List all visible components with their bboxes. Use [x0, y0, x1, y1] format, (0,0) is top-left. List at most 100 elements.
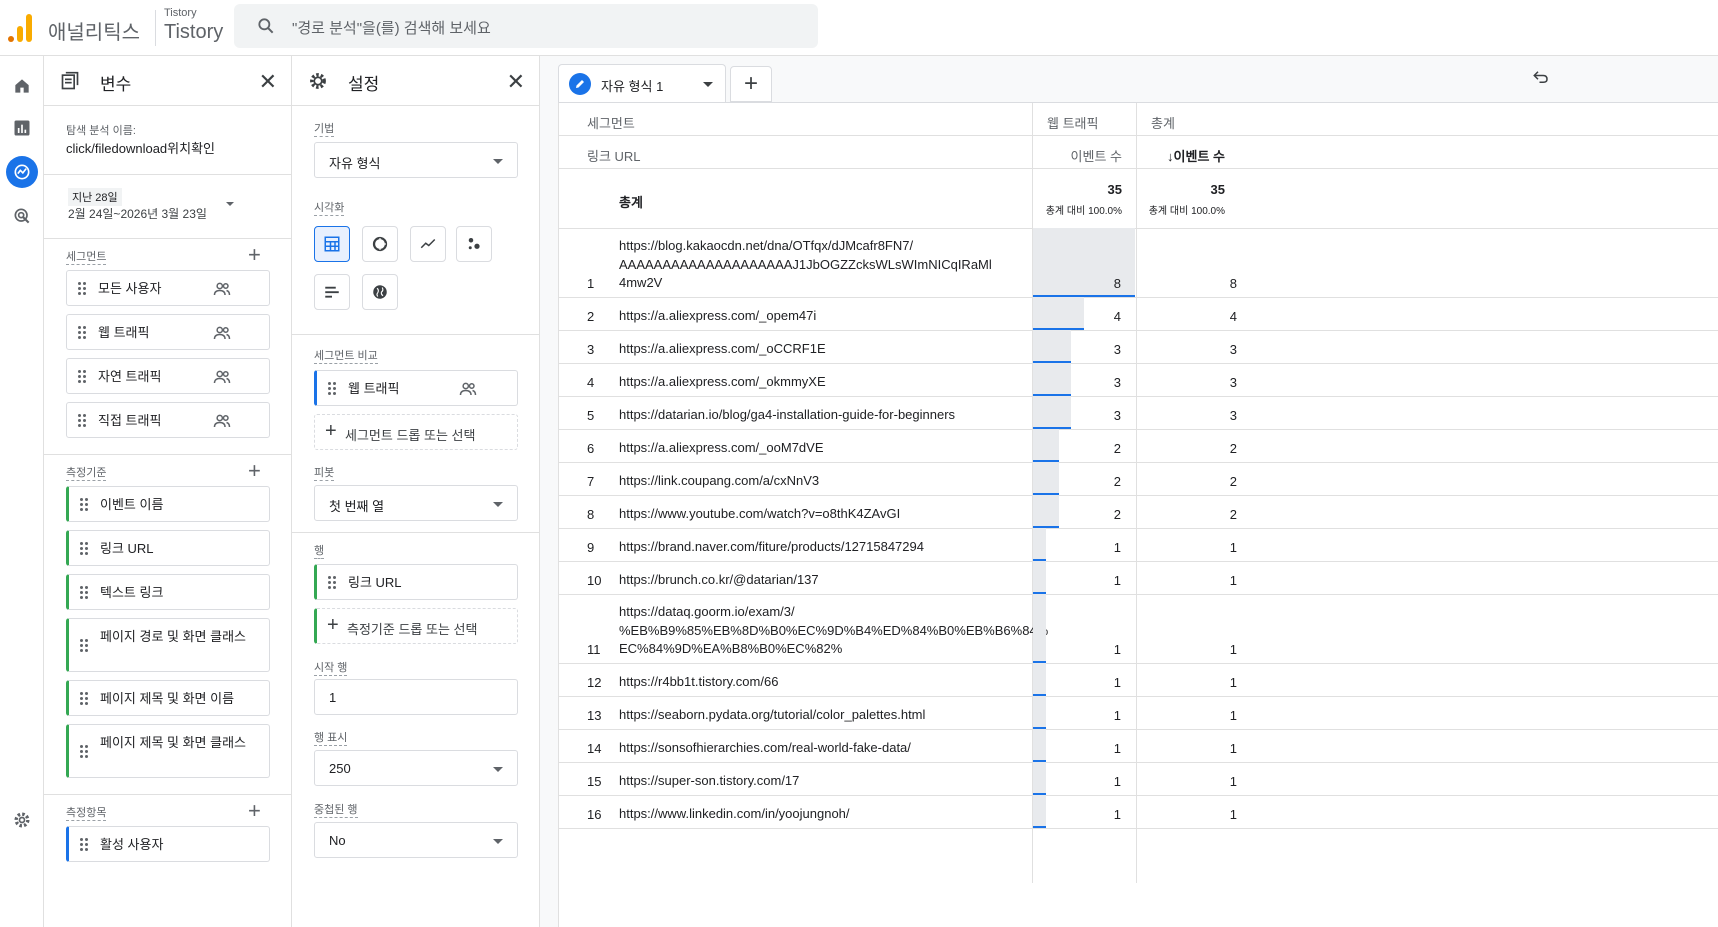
globe-map-icon[interactable] — [362, 274, 398, 310]
dimension-chip[interactable]: 이벤트 이름 — [66, 486, 270, 522]
table-row[interactable]: 6 https://a.aliexpress.com/_ooM7dVE 2 2 — [559, 429, 1718, 463]
segments-label: 세그먼트 — [66, 248, 107, 265]
close-icon[interactable]: ✕ — [507, 69, 525, 95]
property-name[interactable]: Tistory — [164, 21, 223, 44]
table-row[interactable]: 15 https://super-son.tistory.com/17 1 1 — [559, 762, 1718, 796]
show-rows-value: 250 — [329, 761, 351, 776]
table-row[interactable]: 3 https://a.aliexpress.com/_oCCRF1E 3 3 — [559, 330, 1718, 364]
drag-handle-icon[interactable] — [78, 326, 86, 339]
table-row[interactable]: 1 https://blog.kakaocdn.net/dna/OTfqx/dJM… — [559, 228, 1718, 298]
app-name[interactable]: 애널리틱스 — [48, 16, 140, 45]
start-row-label: 시작 행 — [314, 659, 348, 676]
advertising-icon[interactable] — [6, 200, 38, 232]
row-link-url: https://a.aliexpress.com/_oCCRF1E — [619, 341, 826, 356]
drag-handle-icon[interactable] — [80, 692, 88, 705]
home-icon[interactable] — [6, 70, 38, 102]
show-rows-select[interactable]: 250 — [314, 750, 518, 786]
table-row[interactable]: 16 https://www.linkedin.com/in/yoojungnoh… — [559, 795, 1718, 829]
segment-header: 세그먼트 — [587, 116, 635, 131]
table-row[interactable]: 13 https://seaborn.pydata.org/tutorial/co… — [559, 696, 1718, 730]
row-col2-value: 1 — [1229, 708, 1237, 723]
table-row[interactable]: 9 https://brand.naver.com/fiture/products… — [559, 528, 1718, 562]
table-row[interactable]: 11 https://dataq.goorm.io/exam/3/ %EB%B9%… — [559, 594, 1718, 664]
dimension-header[interactable]: 링크 URL — [587, 146, 641, 165]
table-row[interactable]: 12 https://r4bb1t.tistory.com/66 1 1 — [559, 663, 1718, 697]
row-col1-cell: 3 — [1033, 330, 1136, 363]
table-row[interactable]: 7 https://link.coupang.com/a/cxNnV3 2 2 — [559, 462, 1718, 496]
segment-chip[interactable]: 웹 트래픽 — [66, 314, 270, 350]
exploration-name[interactable]: click/filedownload위치확인 — [66, 138, 215, 157]
tab-freeform-1[interactable]: 자유 형식 1 — [558, 64, 726, 102]
variables-header: 변수 ✕ — [44, 56, 291, 106]
table-row[interactable]: 2 https://a.aliexpress.com/_opem47i 4 4 — [559, 297, 1718, 331]
add-tab-button[interactable]: + — [730, 66, 772, 102]
row-number: 6 — [587, 441, 595, 456]
segment-drop-zone[interactable]: + 세그먼트 드롭 또는 선택 — [314, 414, 518, 450]
divider — [292, 532, 539, 533]
row-col2-value: 2 — [1229, 441, 1237, 456]
add-segment-button[interactable]: + — [248, 244, 261, 266]
row-col1-cell: 1 — [1033, 663, 1136, 696]
row-number: 9 — [587, 540, 595, 555]
bar-chart-icon[interactable] — [314, 274, 350, 310]
explore-icon[interactable] — [6, 156, 38, 188]
people-icon — [213, 414, 231, 428]
drag-handle-icon[interactable] — [78, 370, 86, 383]
property-account[interactable]: Tistory — [164, 7, 197, 19]
drag-handle-icon[interactable] — [328, 576, 336, 589]
row-col1-bar — [1033, 663, 1046, 696]
table-row[interactable]: 8 https://www.youtube.com/watch?v=o8thK4Z… — [559, 495, 1718, 529]
search-box[interactable]: "경로 분석"을(를) 검색해 보세요 — [234, 4, 818, 48]
line-chart-icon[interactable] — [410, 226, 446, 262]
close-icon[interactable]: ✕ — [259, 69, 277, 95]
table-viz-icon[interactable] — [314, 226, 350, 262]
technique-select[interactable]: 자유 형식 — [314, 142, 518, 178]
add-metric-button[interactable]: + — [248, 800, 261, 822]
donut-chart-icon[interactable] — [362, 226, 398, 262]
row-col1-bar — [1033, 330, 1071, 363]
settings-gear-icon[interactable] — [6, 804, 38, 836]
chevron-down-icon[interactable] — [703, 82, 713, 87]
row-col1-bar — [1033, 297, 1084, 330]
metric-chip[interactable]: 활성 사용자 — [66, 826, 270, 862]
nested-rows-select[interactable]: No — [314, 822, 518, 858]
drag-handle-icon[interactable] — [80, 838, 88, 851]
scatter-plot-icon[interactable] — [456, 226, 492, 262]
col2-metric-header[interactable]: ↓이벤트 수 — [1137, 146, 1225, 165]
settings-header: 설정 ✕ — [292, 56, 539, 106]
rows-chip[interactable]: 링크 URL — [314, 564, 518, 600]
table-row[interactable]: 14 https://sonsofhierarchies.com/real-wor… — [559, 729, 1718, 763]
drag-handle-icon[interactable] — [328, 382, 336, 395]
segment-chip[interactable]: 모든 사용자 — [66, 270, 270, 306]
segment-chip[interactable]: 직접 트래픽 — [66, 402, 270, 438]
dimension-chip[interactable]: 페이지 경로 및 화면 클래스 — [66, 618, 270, 672]
dimension-chip[interactable]: 링크 URL — [66, 530, 270, 566]
drag-handle-icon[interactable] — [80, 586, 88, 599]
drag-handle-icon[interactable] — [78, 414, 86, 427]
row-col1-cell: 1 — [1033, 594, 1136, 663]
add-dimension-button[interactable]: + — [248, 460, 261, 482]
undo-icon[interactable] — [1532, 68, 1550, 86]
segment-chip[interactable]: 자연 트래픽 — [66, 358, 270, 394]
drag-handle-icon[interactable] — [78, 282, 86, 295]
row-col2-value: 1 — [1229, 807, 1237, 822]
segment-compare-chip[interactable]: 웹 트래픽 — [314, 370, 518, 406]
drag-handle-icon[interactable] — [80, 745, 88, 758]
start-row-input[interactable]: 1 — [314, 679, 518, 715]
dimension-chip[interactable]: 페이지 제목 및 화면 이름 — [66, 680, 270, 716]
reports-icon[interactable] — [6, 112, 38, 144]
dimension-drop-zone[interactable]: + 측정기준 드롭 또는 선택 — [314, 608, 518, 644]
pivot-select[interactable]: 첫 번째 열 — [314, 485, 518, 521]
date-range-picker[interactable]: 지난 28일 2월 24일~2026년 3월 23일 — [66, 186, 270, 226]
table-row[interactable]: 4 https://a.aliexpress.com/_okmmyXE 3 3 — [559, 363, 1718, 397]
table-row[interactable]: 10 https://brunch.co.kr/@datarian/137 1 1 — [559, 561, 1718, 595]
analytics-logo-icon[interactable] — [8, 14, 34, 42]
table-row[interactable]: 5 https://datarian.io/blog/ga4-installati… — [559, 396, 1718, 430]
dimension-chip[interactable]: 텍스트 링크 — [66, 574, 270, 610]
dimension-chip[interactable]: 페이지 제목 및 화면 클래스 — [66, 724, 270, 778]
col1-metric-header[interactable]: 이벤트 수 — [1033, 146, 1122, 165]
drag-handle-icon[interactable] — [80, 639, 88, 652]
drag-handle-icon[interactable] — [80, 542, 88, 555]
row-number: 3 — [587, 342, 595, 357]
drag-handle-icon[interactable] — [80, 498, 88, 511]
